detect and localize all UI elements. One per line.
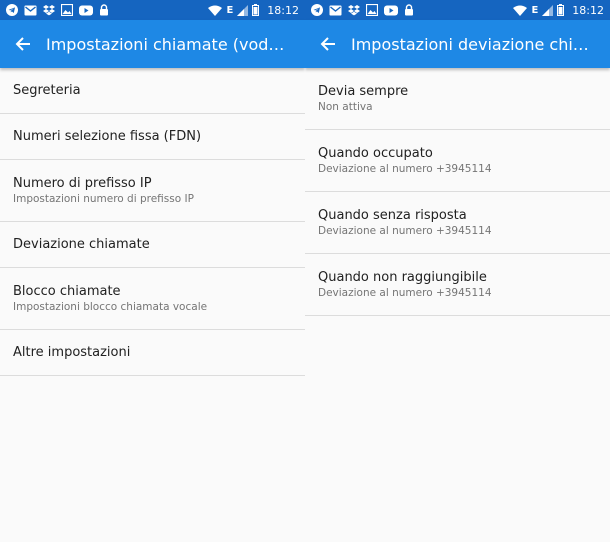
gmail-icon: [329, 5, 342, 16]
arrow-left-icon: [15, 37, 30, 51]
item-label: Segreteria: [13, 83, 81, 98]
item-summary: Non attiva: [318, 101, 373, 113]
forwarding-list: Devia sempre Non attiva Quando occupato …: [305, 68, 610, 316]
notification-icons: [311, 4, 414, 16]
item-summary: Deviazione al numero +3945114: [318, 225, 492, 237]
gallery-icon: [366, 4, 378, 16]
item-label: Quando senza risposta: [318, 208, 467, 223]
network-type: E: [531, 4, 539, 16]
item-summary: Deviazione al numero +3945114: [318, 287, 492, 299]
telegram-icon: [311, 4, 323, 16]
status-bar: E 18:12: [0, 0, 305, 20]
list-item-voicemail[interactable]: Segreteria: [0, 68, 305, 114]
signal-icon: [237, 4, 249, 16]
status-time: 18:12: [572, 3, 604, 17]
list-item-when-unreachable[interactable]: Quando non raggiungibile Deviazione al n…: [305, 254, 610, 316]
item-label: Quando occupato: [318, 146, 433, 161]
app-bar: Impostazioni chiamate (voda…: [0, 20, 305, 68]
list-item-other-settings[interactable]: Altre impostazioni: [0, 330, 305, 376]
lock-icon: [404, 4, 414, 16]
gallery-icon: [61, 4, 73, 16]
app-bar: Impostazioni deviazione chia…: [305, 20, 610, 68]
list-item-call-barring[interactable]: Blocco chiamate Impostazioni blocco chia…: [0, 268, 305, 330]
telegram-icon: [6, 4, 18, 16]
back-button[interactable]: [0, 20, 46, 68]
call-forwarding-screen: E 18:12 Impostazioni deviazione chia… De…: [305, 0, 610, 542]
page-title: Impostazioni chiamate (voda…: [46, 34, 286, 54]
dropbox-icon: [43, 4, 55, 16]
youtube-icon: [79, 5, 93, 16]
list-item-fdn[interactable]: Numeri selezione fissa (FDN): [0, 114, 305, 160]
dropbox-icon: [348, 4, 360, 16]
status-bar: E 18:12: [305, 0, 610, 20]
lock-icon: [99, 4, 109, 16]
item-summary: Impostazioni blocco chiamata vocale: [13, 301, 208, 313]
notification-icons: [6, 4, 109, 16]
item-label: Blocco chiamate: [13, 284, 121, 299]
item-label: Quando non raggiungibile: [318, 270, 487, 285]
arrow-left-icon: [320, 37, 335, 51]
item-label: Numero di prefisso IP: [13, 176, 152, 191]
wifi-icon: [208, 5, 223, 16]
signal-icon: [542, 4, 554, 16]
item-label: Devia sempre: [318, 84, 409, 99]
item-label: Altre impostazioni: [13, 345, 131, 360]
battery-icon: [557, 4, 565, 16]
system-icons: E 18:12: [513, 4, 604, 17]
list-item-always-forward[interactable]: Devia sempre Non attiva: [305, 68, 610, 130]
list-item-when-unanswered[interactable]: Quando senza risposta Deviazione al nume…: [305, 192, 610, 254]
item-label: Numeri selezione fissa (FDN): [13, 129, 202, 144]
page-title: Impostazioni deviazione chia…: [351, 34, 591, 54]
back-button[interactable]: [305, 20, 351, 68]
list-item-when-busy[interactable]: Quando occupato Deviazione al numero +39…: [305, 130, 610, 192]
youtube-icon: [384, 5, 398, 16]
system-icons: E 18:12: [208, 4, 299, 17]
battery-icon: [252, 4, 260, 16]
list-item-call-forwarding[interactable]: Deviazione chiamate: [0, 222, 305, 268]
wifi-icon: [513, 5, 528, 16]
item-summary: Impostazioni numero di prefisso IP: [13, 193, 194, 205]
list-item-ip-prefix[interactable]: Numero di prefisso IP Impostazioni numer…: [0, 160, 305, 222]
network-type: E: [226, 4, 234, 16]
call-settings-screen: E 18:12 Impostazioni chiamate (voda… Seg…: [0, 0, 305, 542]
settings-list: Segreteria Numeri selezione fissa (FDN) …: [0, 68, 305, 376]
gmail-icon: [24, 5, 37, 16]
item-summary: Deviazione al numero +3945114: [318, 163, 492, 175]
item-label: Deviazione chiamate: [13, 237, 150, 252]
status-time: 18:12: [267, 3, 299, 17]
